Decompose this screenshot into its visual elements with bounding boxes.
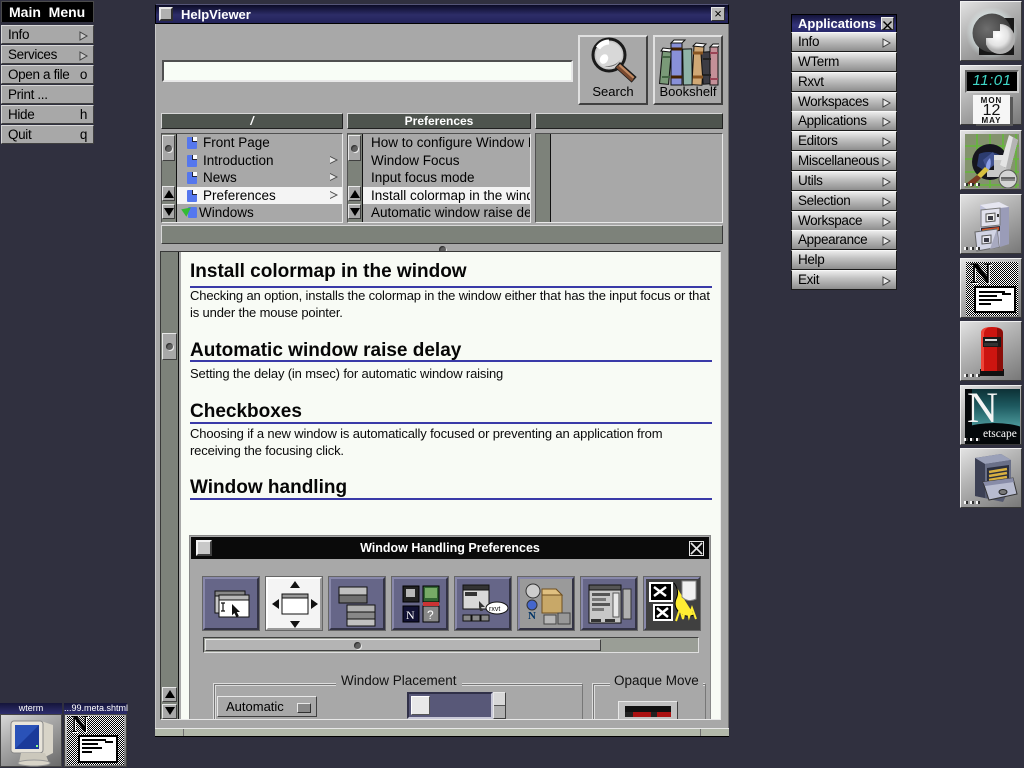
- svg-text:N: N: [406, 608, 415, 622]
- svg-text:N: N: [528, 610, 536, 622]
- svg-text:?: ?: [427, 608, 434, 622]
- svg-text:rxvt: rxvt: [489, 606, 500, 613]
